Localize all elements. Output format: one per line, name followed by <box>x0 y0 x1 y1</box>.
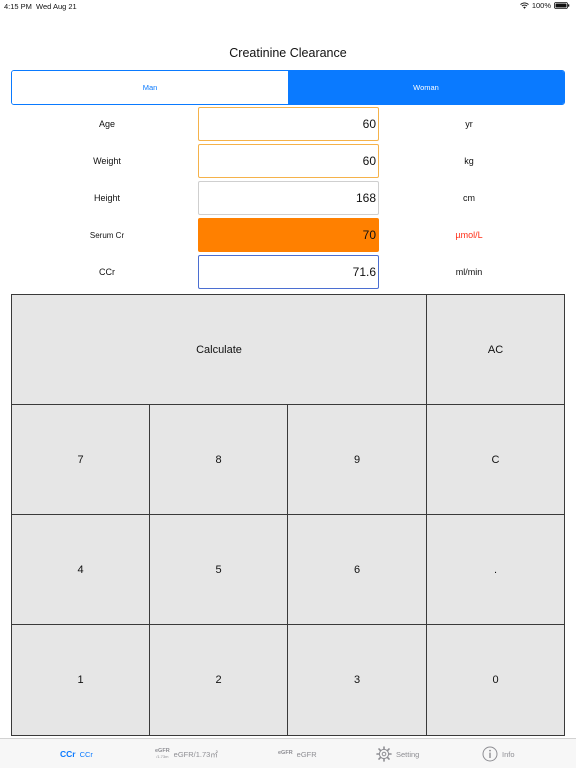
ccr-unit: ml/min <box>455 267 483 277</box>
age-field[interactable]: 60 <box>198 107 379 141</box>
tab-egfr-173-label: eGFR/1.73㎡ <box>173 749 218 759</box>
tab-egfr[interactable]: eGFR eGFR <box>278 739 317 768</box>
info-icon <box>482 746 498 762</box>
battery-icon <box>554 2 570 9</box>
key-3[interactable]: 3 <box>287 624 427 736</box>
ccr-icon: CCr <box>60 749 76 759</box>
segment-man[interactable]: Man <box>12 71 288 104</box>
tab-bar: CCr CCr eGFR /1.73m eGFR/1.73㎡ eGFR eGFR <box>0 738 576 768</box>
egfr-icon-text: eGFR <box>278 750 293 757</box>
serum-cr-row: Serum Cr 70 µmol/L <box>0 218 576 252</box>
weight-unit: kg <box>464 156 474 166</box>
serum-cr-unit[interactable]: µmol/L <box>385 218 553 252</box>
tab-info-label: Info <box>502 749 515 759</box>
tab-egfr-173[interactable]: eGFR /1.73m eGFR/1.73㎡ <box>155 739 218 768</box>
calculate-button[interactable]: Calculate <box>11 294 427 405</box>
gender-segmented-control: Man Woman <box>11 70 565 105</box>
key-2[interactable]: 2 <box>149 624 288 736</box>
height-field[interactable]: 168 <box>198 181 379 215</box>
segment-woman[interactable]: Woman <box>288 71 564 104</box>
age-label: Age <box>98 119 115 129</box>
ccr-label: CCr <box>99 267 115 277</box>
ccr-result-field: 71.6 <box>198 255 379 289</box>
tab-ccr-label: CCr <box>79 749 93 759</box>
tab-info[interactable]: Info <box>482 739 515 768</box>
key-7[interactable]: 7 <box>11 404 150 515</box>
page-title: Creatinine Clearance <box>229 46 347 60</box>
tab-ccr[interactable]: CCr CCr <box>60 739 93 768</box>
battery-percent: 100% <box>531 1 551 10</box>
key-0[interactable]: 0 <box>426 624 565 736</box>
key-5[interactable]: 5 <box>149 514 288 625</box>
ccr-row: CCr 71.6 ml/min <box>0 255 576 289</box>
height-unit: cm <box>463 193 475 203</box>
gear-icon <box>376 746 392 762</box>
age-row: Age 60 yr <box>0 107 576 141</box>
key-8[interactable]: 8 <box>149 404 288 515</box>
tab-egfr-label: eGFR <box>296 749 317 759</box>
height-row: Height 168 cm <box>0 181 576 215</box>
status-bar: 4:15 PM Wed Aug 21 100% <box>0 0 576 14</box>
status-time: 4:15 PM <box>4 2 32 11</box>
tab-setting-label: Setting <box>396 749 420 759</box>
egfr-173-icon: eGFR /1.73m <box>155 749 170 759</box>
status-right: 100% <box>519 1 570 10</box>
age-unit: yr <box>465 119 473 129</box>
weight-row: Weight 60 kg <box>0 144 576 178</box>
weight-field[interactable]: 60 <box>198 144 379 178</box>
serum-cr-label: Serum Cr <box>89 230 125 240</box>
egfr-173-icon-sub: /1.73m <box>156 753 169 759</box>
serum-cr-field[interactable]: 70 <box>198 218 379 252</box>
key-1[interactable]: 1 <box>11 624 150 736</box>
decimal-point-button[interactable]: . <box>426 514 565 625</box>
tab-setting[interactable]: Setting <box>376 739 419 768</box>
all-clear-button[interactable]: AC <box>426 294 565 405</box>
wifi-icon <box>519 2 529 9</box>
egfr-icon: eGFR <box>278 751 293 757</box>
height-label: Height <box>93 193 120 203</box>
keypad: Calculate AC 7 8 9 C 4 5 6 . 1 2 3 0 <box>11 294 565 736</box>
clear-button[interactable]: C <box>426 404 565 515</box>
key-6[interactable]: 6 <box>287 514 427 625</box>
status-date: Wed Aug 21 <box>36 2 77 11</box>
weight-label: Weight <box>93 156 121 166</box>
key-9[interactable]: 9 <box>287 404 427 515</box>
key-4[interactable]: 4 <box>11 514 150 625</box>
